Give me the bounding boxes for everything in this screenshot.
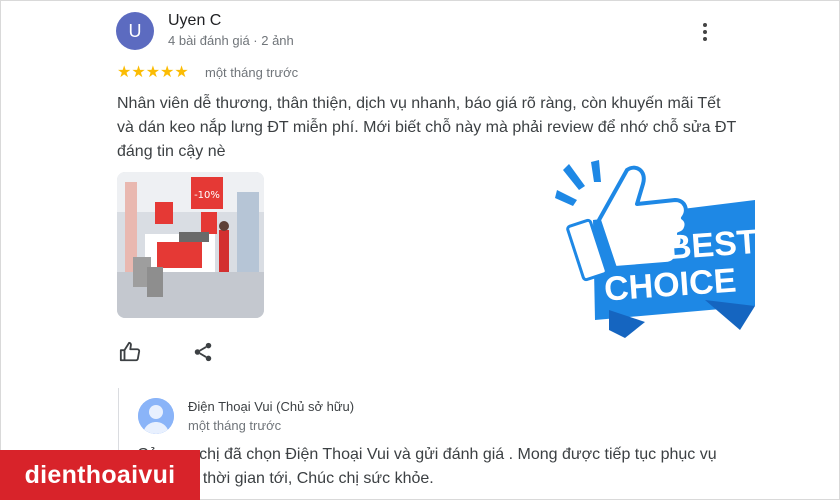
owner-avatar[interactable] [138, 398, 174, 434]
share-icon [194, 342, 212, 362]
brand-logo-bar: dienthoaivui [0, 450, 200, 500]
share-button[interactable] [190, 339, 216, 365]
avatar-initial: U [128, 20, 142, 41]
like-button[interactable] [117, 339, 143, 365]
more-options-icon[interactable] [694, 18, 716, 46]
star-rating: ★★★★★ [117, 64, 189, 81]
reply-time: một tháng trước [188, 418, 282, 433]
review-time: một tháng trước [205, 65, 299, 80]
owner-name[interactable]: Điện Thoại Vui (Chủ sở hữu) [188, 399, 354, 414]
photo-sign-text: -10% [194, 190, 220, 201]
badge-best-text: BEST [666, 223, 759, 267]
reviewer-meta: 4 bài đánh giá · 2 ảnh [168, 33, 294, 48]
reviewer-avatar[interactable]: U [116, 12, 154, 50]
review-text: Nhân viên dễ thương, thân thiện, dịch vụ… [117, 95, 737, 160]
reply-text: Cảm ơn chị đã chọn Điện Thoại Vui và gửi… [137, 446, 717, 487]
thumbs-up-icon [119, 341, 141, 362]
best-choice-badge: BEST CHOICE [555, 160, 765, 340]
brand-logo-text: dienthoaivui [24, 460, 176, 489]
person-icon [138, 398, 174, 434]
review-photo[interactable]: -10% [117, 172, 264, 318]
reviewer-name[interactable]: Uyen C [168, 12, 221, 30]
sparkle-lines [555, 160, 601, 206]
